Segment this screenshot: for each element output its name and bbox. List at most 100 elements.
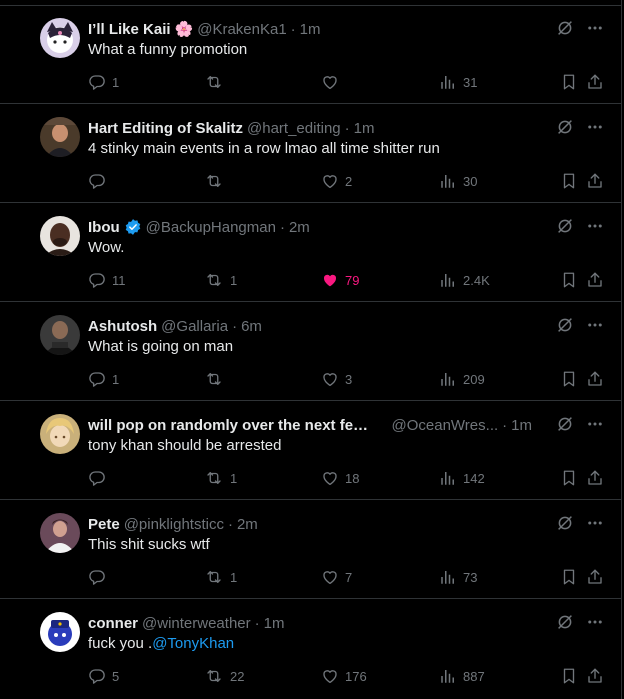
share-button[interactable] xyxy=(586,271,604,289)
author-name[interactable]: will pop on randomly over the next few m… xyxy=(88,417,380,434)
more-icon[interactable] xyxy=(586,316,604,334)
share-icon xyxy=(586,73,604,91)
grok-icon[interactable] xyxy=(556,316,574,334)
repost-button[interactable] xyxy=(204,172,230,190)
share-icon xyxy=(586,271,604,289)
avatar[interactable] xyxy=(40,612,80,652)
reply-button[interactable]: 5 xyxy=(88,667,119,685)
more-icon[interactable] xyxy=(586,118,604,136)
avatar[interactable] xyxy=(40,117,80,157)
reply-button[interactable]: 1 xyxy=(88,370,119,388)
post-ocean-wrestling[interactable]: will pop on randomly over the next few m… xyxy=(0,401,622,500)
author-handle[interactable]: @KrakenKa1 xyxy=(197,21,286,38)
author-handle[interactable]: @pinklightsticc xyxy=(124,516,224,533)
post-time[interactable]: 1m xyxy=(300,21,321,38)
repost-button[interactable]: 1 xyxy=(204,271,237,289)
post-ibou[interactable]: Ibou @BackupHangman · 2m Wow. 11 1 79 2.… xyxy=(0,203,622,302)
post-pete[interactable]: Pete @pinklightsticc · 2m This shit suck… xyxy=(0,500,622,599)
bookmark-button[interactable] xyxy=(560,568,578,586)
author-name[interactable]: Ashutosh xyxy=(88,318,157,335)
grok-icon[interactable] xyxy=(556,415,574,433)
views-button[interactable]: 73 xyxy=(439,568,477,586)
author-handle[interactable]: @BackupHangman xyxy=(146,219,276,236)
post-ashutosh[interactable]: Ashutosh @Gallaria · 6m What is going on… xyxy=(0,302,622,401)
views-button[interactable]: 142 xyxy=(439,469,485,487)
like-button[interactable]: 7 xyxy=(321,568,352,586)
share-button[interactable] xyxy=(586,172,604,190)
bookmark-button[interactable] xyxy=(560,469,578,487)
reply-button[interactable] xyxy=(88,469,112,487)
share-button[interactable] xyxy=(586,370,604,388)
grok-icon[interactable] xyxy=(556,514,574,532)
post-hart-editing[interactable]: Hart Editing of Skalitz @hart_editing · … xyxy=(0,104,622,203)
post-header: I’ll Like Kaii 🌸 @KrakenKa1 · 1m xyxy=(88,19,532,39)
views-icon xyxy=(439,271,457,289)
reply-button[interactable] xyxy=(88,172,112,190)
like-button[interactable]: 79 xyxy=(321,271,359,289)
post-time[interactable]: 2m xyxy=(237,516,258,533)
views-icon xyxy=(439,370,457,388)
author-name[interactable]: Ibou xyxy=(88,219,120,236)
author-name[interactable]: Pete xyxy=(88,516,120,533)
mention-link[interactable]: @TonyKhan xyxy=(152,635,234,652)
reply-icon xyxy=(88,667,106,685)
share-button[interactable] xyxy=(586,568,604,586)
grok-icon[interactable] xyxy=(556,613,574,631)
grok-icon[interactable] xyxy=(556,217,574,235)
grok-icon[interactable] xyxy=(556,19,574,37)
author-handle[interactable]: @winterweather xyxy=(142,615,251,632)
more-icon[interactable] xyxy=(586,415,604,433)
reply-button[interactable]: 11 xyxy=(88,271,126,289)
repost-button[interactable]: 22 xyxy=(204,667,244,685)
like-button[interactable]: 2 xyxy=(321,172,352,190)
post-time[interactable]: 1m xyxy=(354,120,375,137)
share-button[interactable] xyxy=(586,469,604,487)
post-time[interactable]: 2m xyxy=(289,219,310,236)
more-icon[interactable] xyxy=(586,217,604,235)
author-name[interactable]: I’ll Like Kaii xyxy=(88,21,171,38)
reply-button[interactable]: 1 xyxy=(88,73,119,91)
post-kaii[interactable]: I’ll Like Kaii 🌸 @KrakenKa1 · 1m What a … xyxy=(0,5,622,104)
grok-icon[interactable] xyxy=(556,118,574,136)
author-handle[interactable]: @OceanWres... xyxy=(392,417,499,434)
more-icon[interactable] xyxy=(586,613,604,631)
post-time[interactable]: 6m xyxy=(241,318,262,335)
views-button[interactable]: 31 xyxy=(439,73,477,91)
repost-button[interactable] xyxy=(204,73,230,91)
views-button[interactable]: 887 xyxy=(439,667,485,685)
share-button[interactable] xyxy=(586,667,604,685)
post-conner[interactable]: conner @winterweather · 1m fuck you .@To… xyxy=(0,599,622,699)
views-button[interactable]: 30 xyxy=(439,172,477,190)
more-icon[interactable] xyxy=(586,19,604,37)
bookmark-button[interactable] xyxy=(560,271,578,289)
bookmark-button[interactable] xyxy=(560,73,578,91)
post-time[interactable]: 1m xyxy=(511,417,532,434)
author-name[interactable]: conner xyxy=(88,615,138,632)
like-button[interactable]: 176 xyxy=(321,667,367,685)
avatar[interactable] xyxy=(40,315,80,355)
views-button[interactable]: 2.4K xyxy=(439,271,490,289)
avatar[interactable] xyxy=(40,414,80,454)
avatar[interactable] xyxy=(40,513,80,553)
share-button[interactable] xyxy=(586,73,604,91)
reply-button[interactable] xyxy=(88,568,112,586)
bookmark-icon xyxy=(560,370,578,388)
more-icon[interactable] xyxy=(586,514,604,532)
bookmark-button[interactable] xyxy=(560,370,578,388)
repost-button[interactable] xyxy=(204,370,230,388)
author-name[interactable]: Hart Editing of Skalitz xyxy=(88,120,243,137)
bookmark-button[interactable] xyxy=(560,172,578,190)
repost-button[interactable]: 1 xyxy=(204,469,237,487)
like-button[interactable]: 18 xyxy=(321,469,359,487)
views-button[interactable]: 209 xyxy=(439,370,485,388)
post-time[interactable]: 1m xyxy=(264,615,285,632)
repost-button[interactable]: 1 xyxy=(204,568,237,586)
avatar[interactable] xyxy=(40,18,80,58)
author-handle[interactable]: @Gallaria xyxy=(161,318,228,335)
post-header: Pete @pinklightsticc · 2m xyxy=(88,514,532,534)
like-button[interactable] xyxy=(321,73,345,91)
bookmark-button[interactable] xyxy=(560,667,578,685)
like-button[interactable]: 3 xyxy=(321,370,352,388)
author-handle[interactable]: @hart_editing xyxy=(247,120,341,137)
avatar[interactable] xyxy=(40,216,80,256)
